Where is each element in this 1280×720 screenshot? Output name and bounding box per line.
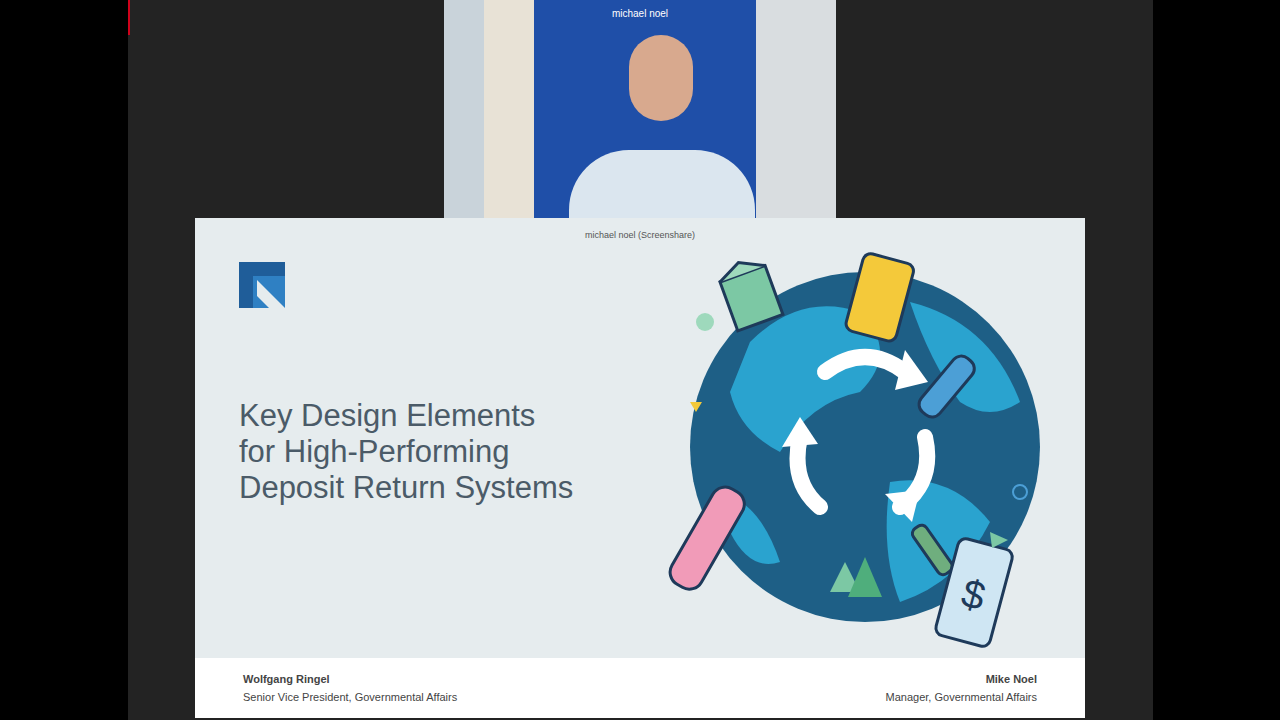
presenter: Mike Noel Manager, Governmental Affairs [886, 670, 1037, 706]
recycling-globe-icon: $ [660, 232, 1060, 652]
phone-symbol: $ [957, 570, 990, 618]
slide-text: Senior Vice President, Governmental Affa… [243, 688, 457, 706]
slide-text: Wolfgang Ringel [243, 670, 457, 688]
recording-indicator [128, 0, 130, 35]
slide-title: Key Design Elements for High-Performing … [239, 398, 615, 506]
company-logo-icon [239, 262, 285, 308]
slide-text: Manager, Governmental Affairs [886, 688, 1037, 706]
presenter-strip: Wolfgang Ringel Senior Vice President, G… [195, 658, 1085, 718]
slide-text: Mike Noel [986, 670, 1037, 688]
screenshare-label: michael noel (Screenshare) [581, 230, 699, 241]
meeting-stage: michael noel michael noel (Screenshare) … [128, 0, 1153, 720]
slide-text: Deposit Return Systems [239, 470, 615, 506]
slide-text: for High-Performing [239, 434, 615, 470]
slide-text: Key Design Elements [239, 398, 615, 434]
webcam-tile[interactable]: michael noel [444, 0, 836, 218]
shared-slide: michael noel (Screenshare) Key Design El… [195, 218, 1085, 718]
participant-name: michael noel [608, 8, 672, 20]
presenter: Wolfgang Ringel Senior Vice President, G… [243, 670, 457, 706]
